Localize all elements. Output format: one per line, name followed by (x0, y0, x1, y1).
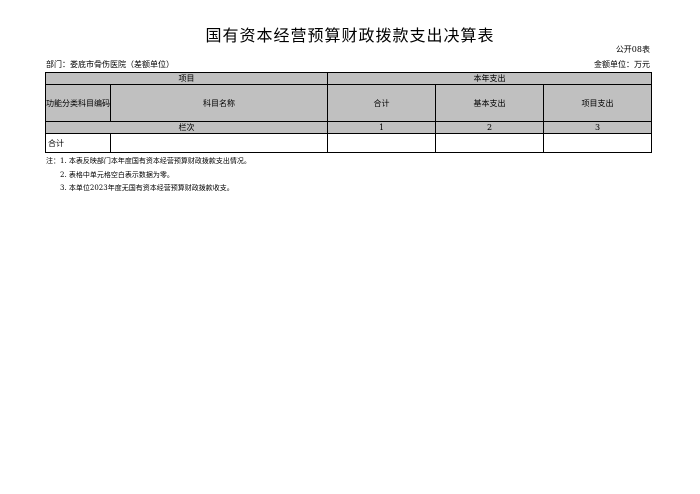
total-row-total-cell (327, 133, 436, 153)
col-code-header: 功能分类科目编码 (45, 84, 111, 122)
total-row-label: 合计 (45, 133, 111, 153)
total-row-project-cell (543, 133, 652, 153)
col-total-header: 合计 (327, 84, 436, 122)
lanci-1: 1 (327, 121, 436, 134)
department-label: 部门：娄底市骨伤医院（差额单位） (46, 60, 174, 69)
note-3: 3. 本单位2023年度无国有资本经营预算财政拨款收支。 (60, 184, 234, 192)
header-project: 项目 (45, 72, 328, 85)
col-name-header: 科目名称 (110, 84, 328, 122)
col-basic-header: 基本支出 (435, 84, 544, 122)
lanci-label: 栏次 (45, 121, 328, 134)
lanci-2: 2 (435, 121, 544, 134)
total-row-name-cell (110, 133, 328, 153)
col-project-header: 项目支出 (543, 84, 652, 122)
total-row-basic-cell (435, 133, 544, 153)
amount-unit-label: 金额单位：万元 (594, 60, 650, 69)
note-2: 2. 表格中单元格空白表示数据为零。 (60, 170, 174, 179)
page-title: 国有资本经营预算财政拨款支出决算表 (205, 26, 495, 45)
notes: 注：1. 本表反映部门本年度国有资本经营预算财政拨款支出情况。 2. 表格中单元… (46, 155, 251, 196)
form-number: 公开08表 (615, 45, 650, 54)
header-current-year: 本年支出 (327, 72, 652, 85)
note-1: 注：1. 本表反映部门本年度国有资本经营预算财政拨款支出情况。 (46, 157, 251, 165)
expenditure-table: 项目 本年支出 功能分类科目编码 科目名称 合计 基本支出 项目支出 栏次 1 … (45, 72, 652, 153)
lanci-3: 3 (543, 121, 652, 134)
